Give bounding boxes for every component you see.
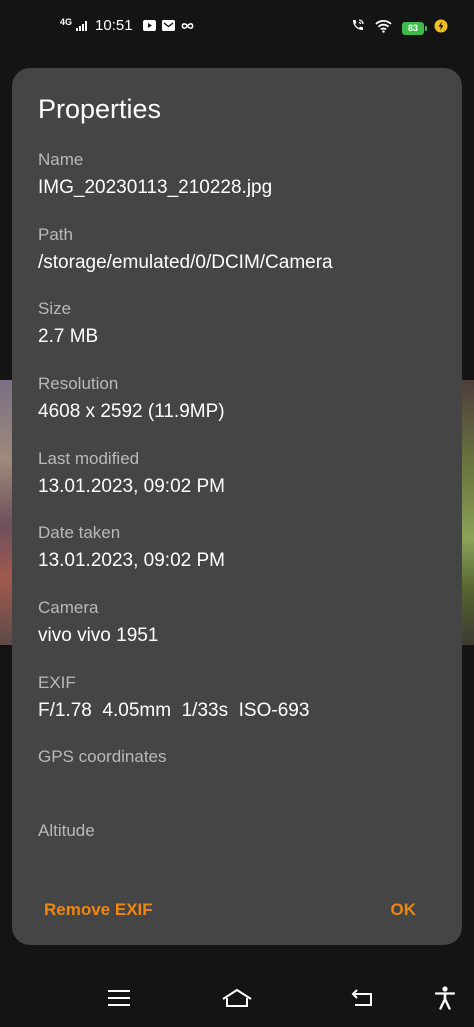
property-value: IMG_20230113_210228.jpg [38,177,273,198]
property-value: 4608 x 2592 (11.9MP) [38,401,225,422]
property-value: 13.01.2023, 09:02 PM [38,550,225,571]
back-icon[interactable] [342,982,382,1014]
property-name: Name IMG_20230113_210228.jpg [38,150,448,200]
property-label: Path [38,225,73,244]
property-label: Date taken [38,523,121,542]
youtube-icon [142,19,156,32]
property-camera: Camera vivo vivo 1951 [38,598,448,648]
status-bar: 4G 10:51 83 [0,0,474,52]
navigation-bar [0,970,474,1027]
home-icon[interactable] [217,982,257,1014]
property-label: EXIF [38,673,76,692]
property-size: Size 2.7 MB [38,299,448,349]
accessibility-icon[interactable] [425,982,465,1014]
clock: 10:51 [95,17,133,34]
background-photo-right [460,380,474,645]
property-last-modified: Last modified 13.01.2023, 09:02 PM [38,449,448,499]
battery-indicator: 83 [402,21,427,35]
property-label: Altitude [38,821,95,840]
property-label: Resolution [38,374,119,393]
property-value: F/1.78 4.05mm 1/33s ISO-693 [38,700,310,721]
property-value: vivo vivo 1951 [38,625,159,646]
property-value: 2.7 MB [38,326,99,347]
ok-button[interactable]: OK [391,900,417,920]
property-path: Path /storage/emulated/0/DCIM/Camera [38,225,448,275]
network-type: 4G [60,17,73,27]
property-resolution: Resolution 4608 x 2592 (11.9MP) [38,374,448,424]
property-value: /storage/emulated/0/DCIM/Camera [38,252,333,273]
property-altitude: Altitude [38,821,448,847]
properties-dialog: Properties Name IMG_20230113_210228.jpg … [12,68,462,945]
property-label: Name [38,150,84,169]
dialog-title: Properties [38,94,162,124]
wifi-icon [375,19,392,38]
property-date-taken: Date taken 13.01.2023, 09:02 PM [38,523,448,573]
property-label: Camera [38,598,99,617]
menu-icon[interactable] [99,982,139,1014]
signal-icon [76,20,88,31]
mail-icon [161,19,175,32]
property-label: Size [38,299,72,318]
wifi-calling-icon [350,18,365,38]
charging-icon [434,19,448,38]
status-bar-right: 83 [350,18,448,38]
property-label: Last modified [38,449,140,468]
property-exif: EXIF F/1.78 4.05mm 1/33s ISO-693 [38,673,448,723]
remove-exif-button[interactable]: Remove EXIF [44,900,153,920]
property-value: 13.01.2023, 09:02 PM [38,476,225,497]
infinity-icon [181,19,194,32]
property-label: GPS coordinates [38,747,167,766]
status-bar-left: 4G 10:51 [60,17,194,34]
property-gps-coordinates: GPS coordinates [38,747,448,773]
